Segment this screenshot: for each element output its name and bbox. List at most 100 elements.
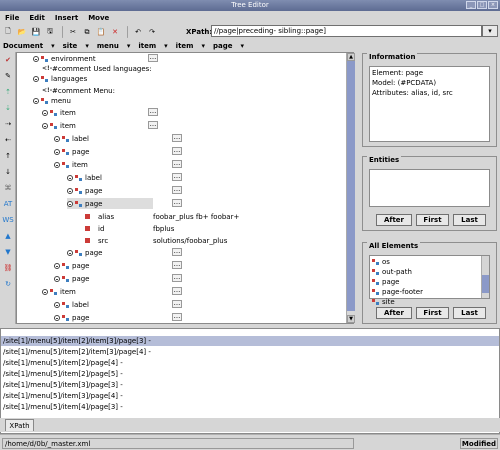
down-icon[interactable]: ▼ — [2, 246, 14, 258]
toggle-icon[interactable] — [67, 187, 73, 194]
attribute-icon[interactable]: AT — [2, 198, 14, 210]
tree-scrollbar[interactable]: ▲ ▼ — [346, 53, 355, 323]
ellipsis-button[interactable]: ... — [172, 134, 182, 142]
ellipsis-button[interactable]: ... — [148, 121, 158, 129]
ellipsis-button[interactable]: ... — [172, 248, 182, 256]
copy-icon[interactable]: ⧉ — [81, 26, 93, 38]
up-icon[interactable]: ▲ — [2, 230, 14, 242]
move-down-icon[interactable]: ↓ — [2, 166, 14, 178]
tree-node-languages[interactable]: languages — [33, 73, 87, 84]
tree-node-item-3[interactable]: item — [54, 159, 88, 170]
tree-node-page-6[interactable]: page — [54, 312, 89, 323]
toggle-icon[interactable] — [67, 249, 73, 256]
first-button-2[interactable]: First — [416, 307, 449, 319]
element-out-path[interactable]: out-path — [372, 268, 412, 276]
refresh-icon[interactable]: ↻ — [2, 278, 14, 290]
attribute-src[interactable]: src — [85, 235, 108, 246]
move-up-icon[interactable]: ↑ — [2, 150, 14, 162]
maximize-button[interactable]: □ — [477, 1, 487, 9]
toggle-icon[interactable] — [54, 275, 60, 282]
element-page[interactable]: page — [372, 278, 399, 286]
close-button[interactable]: × — [488, 1, 498, 9]
undo-icon[interactable]: ↶ — [132, 26, 144, 38]
breadcrumb-page[interactable]: page — [213, 42, 233, 50]
new-icon[interactable]: 🗋 — [2, 26, 14, 38]
result-row[interactable]: /site[1]/menu[5]/item[3]/page[3] - — [3, 380, 123, 390]
breadcrumb-item[interactable]: item — [138, 42, 156, 50]
ellipsis-button[interactable]: ... — [172, 186, 182, 194]
breadcrumb-item-2[interactable]: item — [176, 42, 194, 50]
tree-node-page-3[interactable]: page — [67, 247, 102, 258]
toggle-icon[interactable] — [54, 301, 60, 308]
check-icon[interactable]: ✔ — [2, 54, 14, 66]
toggle-icon[interactable] — [67, 174, 73, 181]
menu-file[interactable]: File — [5, 14, 19, 22]
minimize-button[interactable]: _ — [466, 1, 476, 9]
attribute-alias[interactable]: alias — [85, 211, 114, 222]
ellipsis-button[interactable]: ... — [172, 147, 182, 155]
ellipsis-button[interactable]: ... — [172, 287, 182, 295]
indent-icon[interactable]: ⇢ — [2, 118, 14, 130]
result-row[interactable]: /site[1]/menu[5]/item[2]/item[3]/page[3]… — [1, 336, 499, 346]
tree-node-page-4[interactable]: page — [54, 260, 89, 271]
whitespace-icon[interactable]: WS — [2, 214, 14, 226]
delete-icon[interactable]: ✕ — [109, 26, 121, 38]
open-icon[interactable]: 📂 — [16, 26, 28, 38]
toggle-icon[interactable] — [54, 161, 60, 168]
toggle-icon[interactable] — [33, 97, 39, 104]
element-site[interactable]: site — [372, 298, 395, 306]
scroll-up-icon[interactable]: ▲ — [347, 53, 355, 61]
tree-node-item-2[interactable]: item — [42, 120, 76, 131]
menu-insert[interactable]: Insert — [55, 14, 78, 22]
ellipsis-button[interactable]: ... — [172, 300, 182, 308]
toggle-icon[interactable] — [54, 148, 60, 155]
ellipsis-button[interactable]: ... — [172, 199, 182, 207]
ellipsis-button[interactable]: ... — [148, 108, 158, 116]
toggle-icon[interactable] — [54, 135, 60, 142]
elements-scrollbar[interactable] — [481, 256, 489, 298]
tree-panel[interactable]: environment <!- #comment Used languages: … — [16, 52, 354, 324]
link-icon[interactable]: ⛓ — [2, 262, 14, 274]
redo-icon[interactable]: ↷ — [146, 26, 158, 38]
tab-xpath[interactable]: XPath — [5, 419, 34, 431]
scroll-down-icon[interactable]: ▼ — [347, 315, 355, 323]
tree-node-page-5[interactable]: page — [54, 273, 89, 284]
ellipsis-button[interactable]: ... — [172, 173, 182, 181]
entities-list[interactable] — [369, 169, 490, 207]
save-all-icon[interactable]: 🖫 — [44, 26, 56, 38]
result-row[interactable]: /site[1]/menu[5]/item[2]/page[4] - — [3, 358, 123, 368]
elements-scroll-thumb[interactable] — [482, 275, 489, 293]
menu-move[interactable]: Move — [88, 14, 109, 22]
outdent-icon[interactable]: ⇠ — [2, 134, 14, 146]
tree-node-label-3[interactable]: label — [54, 299, 89, 310]
toggle-icon[interactable] — [42, 288, 48, 295]
paste-icon[interactable]: 📋 — [95, 26, 107, 38]
toggle-icon[interactable] — [33, 55, 39, 62]
menu-edit[interactable]: Edit — [29, 14, 45, 22]
tree-node-page-selected[interactable]: page — [67, 198, 153, 209]
toggle-icon[interactable] — [33, 75, 39, 82]
toggle-icon[interactable] — [42, 122, 48, 129]
tree-node-item-4[interactable]: item — [42, 286, 76, 297]
last-button-2[interactable]: Last — [453, 307, 486, 319]
ellipsis-button[interactable]: ... — [172, 313, 182, 321]
xpath-dropdown-button[interactable]: ▾ — [482, 25, 498, 37]
elements-list[interactable]: os out-path page page-footer site — [369, 255, 490, 306]
ellipsis-button[interactable]: ... — [172, 261, 182, 269]
xpath-input[interactable]: //page|preceding- sibling::page] — [211, 25, 482, 37]
toggle-icon[interactable] — [54, 314, 60, 321]
result-row[interactable]: /site[1]/menu[5]/item[2]/page[5] - — [3, 369, 123, 379]
edit-icon[interactable]: ✎ — [2, 70, 14, 82]
tree-node-menu[interactable]: menu — [33, 95, 71, 106]
tree-node-label-2[interactable]: label — [67, 172, 102, 183]
element-page-footer[interactable]: page-footer — [372, 288, 423, 296]
last-button[interactable]: Last — [453, 214, 486, 226]
insert-after-icon[interactable]: ⇣ — [2, 102, 14, 114]
ellipsis-button[interactable]: ... — [148, 54, 158, 62]
ellipsis-button[interactable]: ... — [172, 274, 182, 282]
tree-node-page-2[interactable]: page — [67, 185, 102, 196]
insert-before-icon[interactable]: ⇡ — [2, 86, 14, 98]
tag-icon[interactable]: ⌘ — [2, 182, 14, 194]
toggle-icon[interactable] — [54, 262, 60, 269]
breadcrumb-document[interactable]: Document — [3, 42, 43, 50]
